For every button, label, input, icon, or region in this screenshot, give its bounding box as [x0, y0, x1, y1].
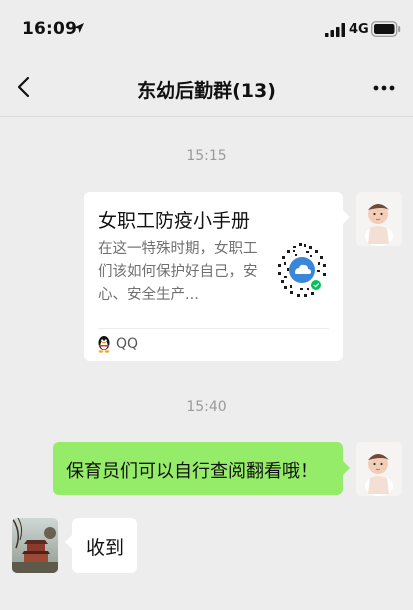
card-source: QQ	[116, 336, 139, 352]
message-text: 保育员们可以自行查阅翻看哦！	[66, 461, 318, 482]
message-text: 收到	[86, 537, 125, 559]
status-bar: 16:09 4G	[0, 0, 413, 56]
bubble-tail	[65, 535, 72, 549]
network-type: 4G	[349, 22, 369, 37]
bubble-tail	[343, 210, 350, 224]
self-avatar[interactable]	[356, 192, 402, 246]
qq-penguin-icon	[98, 336, 110, 353]
chat-title: 东幼后勤群(13)	[137, 80, 276, 102]
signal-icon	[325, 23, 345, 37]
self-avatar[interactable]	[356, 442, 402, 496]
contact-message-bubble[interactable]: 收到	[72, 518, 137, 573]
shared-link-card[interactable]: 女职工防疫小手册 在这一特殊时期，女职工们该如何保护好自己，安心、安全生产...	[84, 192, 343, 361]
location-arrow-icon	[74, 23, 84, 33]
self-message-bubble[interactable]: 保育员们可以自行查阅翻看哦！	[53, 442, 343, 495]
card-title: 女职工防疫小手册	[98, 210, 251, 232]
card-description: 在这一特殊时期，女职工们该如何保护好自己，安心、安全生产...	[98, 241, 258, 303]
bubble-tail	[343, 461, 350, 475]
mini-program-qr-code-icon	[274, 242, 330, 298]
status-time: 16:09	[22, 19, 78, 39]
contact-avatar[interactable]	[12, 518, 58, 573]
message-timestamp: 15:40	[186, 399, 227, 415]
more-dots-icon[interactable]	[373, 85, 395, 91]
battery-icon	[371, 21, 401, 37]
chat-header: 东幼后勤群(13)	[0, 56, 413, 117]
card-divider	[98, 328, 329, 329]
message-timestamp: 15:15	[186, 148, 227, 164]
